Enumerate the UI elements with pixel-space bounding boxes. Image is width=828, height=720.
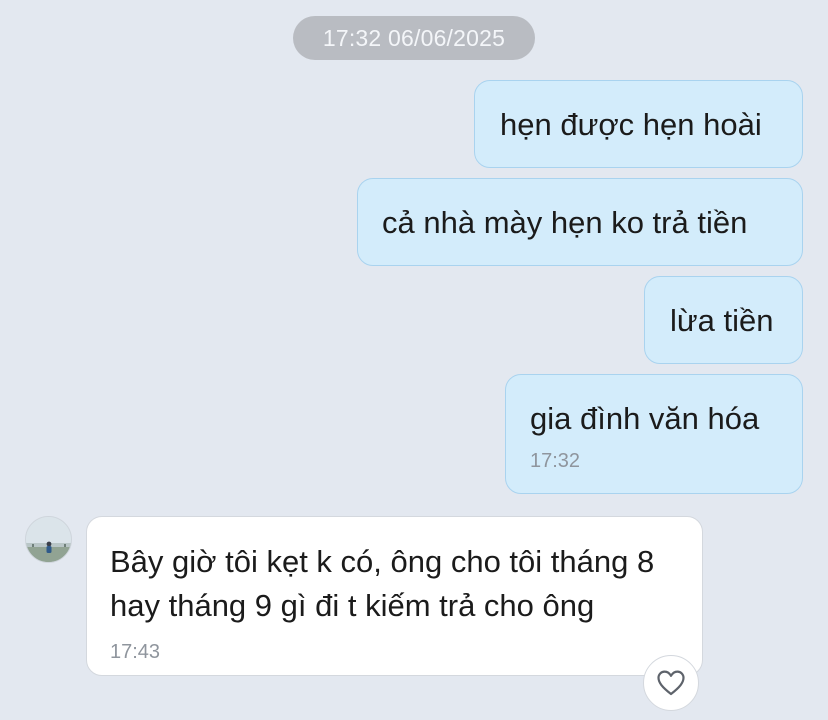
message-text: gia đình văn hóa [530, 401, 760, 436]
message-text: Bây giờ tôi kẹt k có, ông cho tôi tháng … [110, 544, 655, 623]
message-text: cả nhà mày hẹn ko trả tiền [382, 205, 748, 240]
message-text: lừa tiền [670, 303, 774, 338]
message-time: 17:43 [110, 641, 161, 663]
message-time: 17:32 [530, 450, 581, 472]
outgoing-message[interactable]: cả nhà mày hẹn ko trả tiền [357, 178, 803, 266]
outgoing-message[interactable]: hẹn được hẹn hoài [474, 80, 803, 168]
incoming-message[interactable]: Bây giờ tôi kẹt k có, ông cho tôi tháng … [86, 516, 703, 676]
outgoing-message[interactable]: lừa tiền [644, 276, 803, 364]
contact-avatar[interactable] [25, 516, 72, 563]
date-separator: 17:32 06/06/2025 [293, 16, 535, 60]
heart-outline-icon[interactable] [643, 655, 699, 711]
message-text: hẹn được hẹn hoài [500, 107, 762, 142]
outgoing-message[interactable]: gia đình văn hóa 17:32 [505, 374, 803, 494]
